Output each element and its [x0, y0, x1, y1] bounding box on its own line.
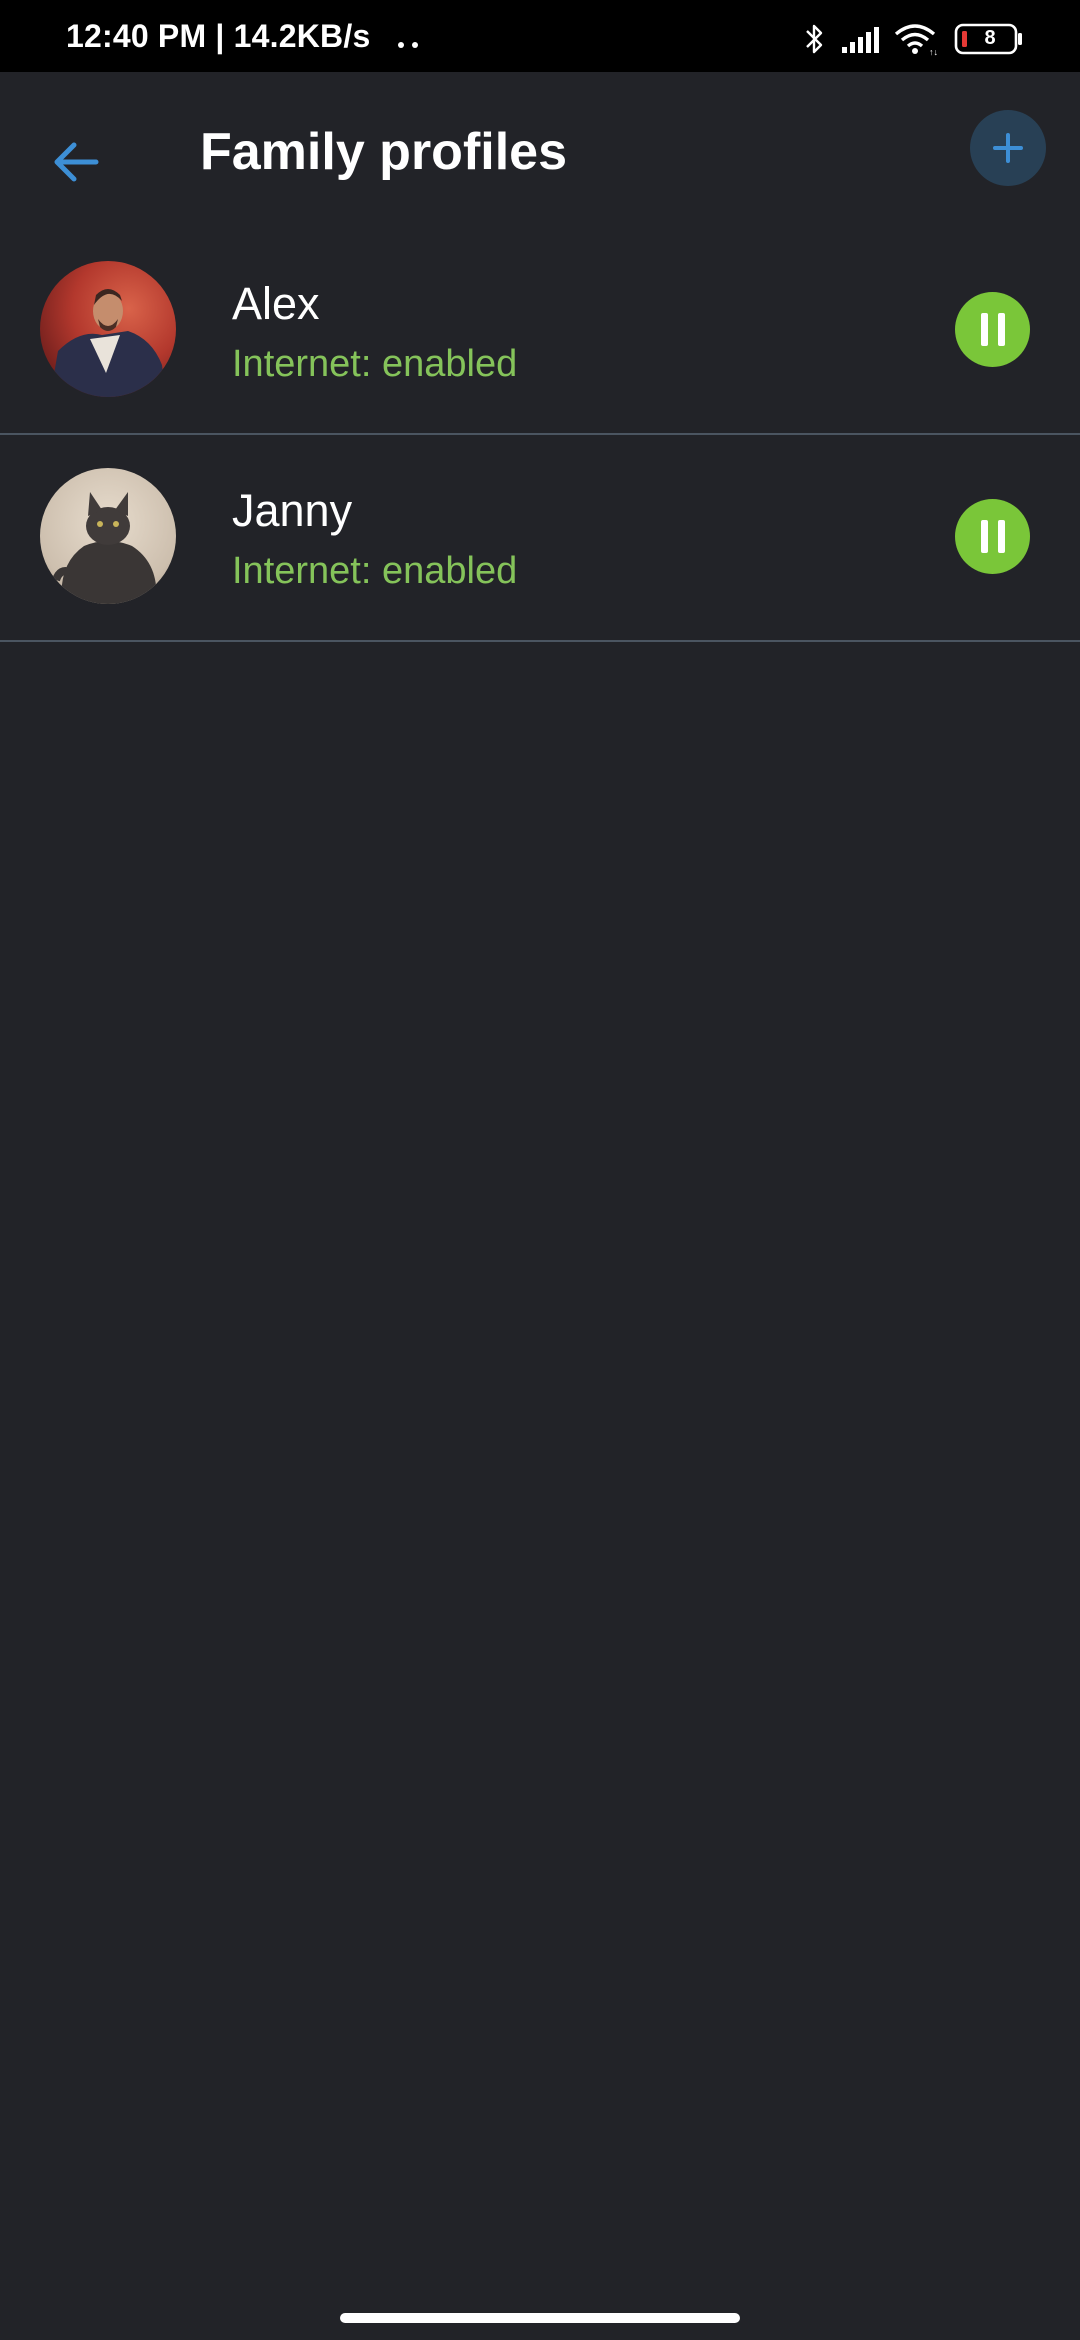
pause-icon: [976, 313, 1010, 346]
avatar: [40, 468, 176, 604]
profile-row-alex[interactable]: Alex Internet: enabled: [0, 228, 1080, 435]
wifi-icon: ↑↓: [894, 24, 938, 56]
plus-icon: [993, 133, 1023, 163]
back-button[interactable]: [36, 122, 116, 202]
bluetooth-icon: [806, 24, 823, 54]
svg-text:↑↓: ↑↓: [929, 47, 938, 56]
pause-internet-button[interactable]: [955, 499, 1030, 574]
profile-status: Internet: enabled: [232, 550, 518, 592]
battery-level: 8: [984, 27, 996, 49]
status-bar: 12:40 PM | 14.2KB/s ↑↓ 8: [0, 0, 1080, 72]
home-indicator[interactable]: [340, 2313, 740, 2323]
status-time-speed: 12:40 PM | 14.2KB/s: [66, 18, 371, 54]
profile-list: Alex Internet: enabled Janny Internet: e…: [0, 228, 1080, 642]
avatar: [40, 261, 176, 397]
app-bar: Family profiles: [0, 72, 1080, 232]
profile-status: Internet: enabled: [232, 343, 518, 385]
arrow-left-icon: [54, 142, 99, 182]
profile-name: Alex: [232, 278, 320, 329]
add-profile-button[interactable]: [970, 110, 1046, 186]
pause-internet-button[interactable]: [955, 292, 1030, 367]
pause-icon: [976, 520, 1010, 553]
profile-row-janny[interactable]: Janny Internet: enabled: [0, 435, 1080, 642]
signal-icon: [842, 27, 879, 53]
notification-dots-icon: [398, 42, 424, 50]
profile-name: Janny: [232, 485, 353, 536]
page-title: Family profiles: [200, 123, 567, 181]
